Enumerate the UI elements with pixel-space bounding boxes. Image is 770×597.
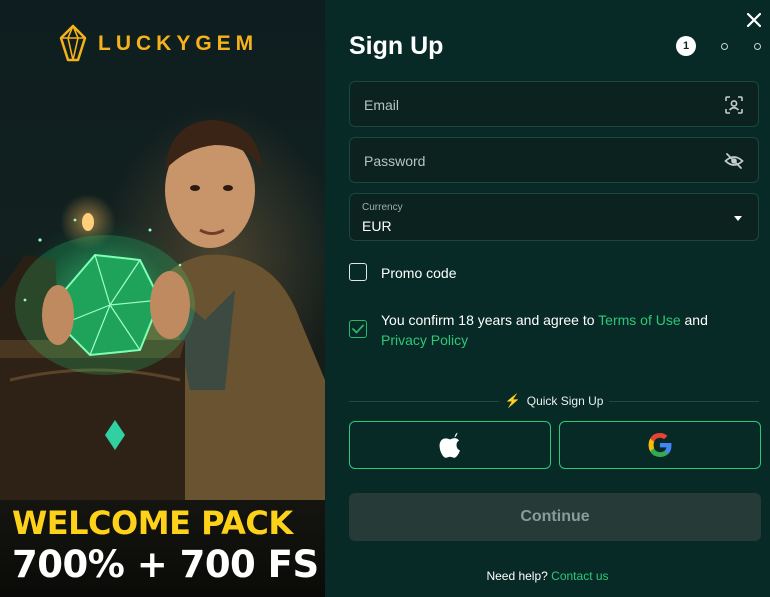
terms-of-use-link[interactable]: Terms of Use: [598, 312, 680, 328]
promo-illustration: [0, 120, 325, 500]
promo-code-checkbox[interactable]: [349, 263, 367, 281]
google-icon: [648, 433, 672, 457]
privacy-policy-link[interactable]: Privacy Policy: [381, 332, 468, 348]
email-field: [349, 81, 759, 128]
eye-off-icon[interactable]: [724, 151, 744, 171]
signup-modal: LUCKYGEM WELCOME PACK 700% + 700 FS Sign…: [0, 0, 770, 597]
brand-logo: LUCKYGEM: [58, 24, 258, 64]
help-text: Need help?: [486, 569, 548, 583]
quick-signup-text: Quick Sign Up: [526, 394, 604, 408]
step-dot: [754, 42, 761, 50]
close-button[interactable]: [744, 10, 764, 30]
terms-row: You confirm 18 years and agree to Terms …: [349, 310, 751, 350]
promo-code-label: Promo code: [381, 265, 457, 281]
terms-text: You confirm 18 years and agree to Terms …: [381, 310, 751, 350]
chevron-down-icon: [734, 216, 742, 221]
promo-offer: 700% + 700 FS: [12, 543, 319, 586]
help-row: Need help? Contact us: [325, 569, 770, 583]
currency-value: EUR: [362, 218, 392, 234]
gem-logo-icon: [59, 24, 87, 62]
apple-signin-button[interactable]: [349, 421, 551, 469]
email-input[interactable]: [362, 82, 706, 128]
apple-icon: [439, 432, 460, 458]
close-icon: [746, 12, 762, 28]
terms-text-before: You confirm 18 years and agree to: [381, 312, 599, 328]
quick-signup-label: ⚡ Quick Sign Up: [349, 393, 759, 409]
currency-label: Currency: [362, 202, 403, 213]
check-icon: [352, 324, 364, 334]
lightning-icon: ⚡: [504, 393, 521, 408]
promo-headline: WELCOME PACK: [12, 504, 293, 542]
step-indicator: 1: [676, 36, 761, 56]
terms-checkbox[interactable]: [349, 320, 367, 338]
google-signin-button[interactable]: [559, 421, 761, 469]
brand-name: LUCKYGEM: [98, 32, 259, 55]
password-field: [349, 137, 759, 184]
promo-code-row[interactable]: Promo code: [349, 263, 456, 283]
page-title: Sign Up: [349, 32, 444, 60]
step-current: 1: [676, 36, 696, 56]
contact-us-link[interactable]: Contact us: [551, 569, 608, 583]
step-dot: [721, 42, 728, 50]
face-scan-icon: [725, 96, 743, 114]
promo-panel: LUCKYGEM WELCOME PACK 700% + 700 FS: [0, 0, 325, 597]
terms-and: and: [680, 312, 708, 328]
continue-button[interactable]: Continue: [349, 493, 761, 541]
currency-select[interactable]: Currency EUR: [349, 193, 759, 241]
password-input[interactable]: [362, 138, 706, 184]
signup-form: Sign Up 1 Currency: [325, 0, 770, 597]
